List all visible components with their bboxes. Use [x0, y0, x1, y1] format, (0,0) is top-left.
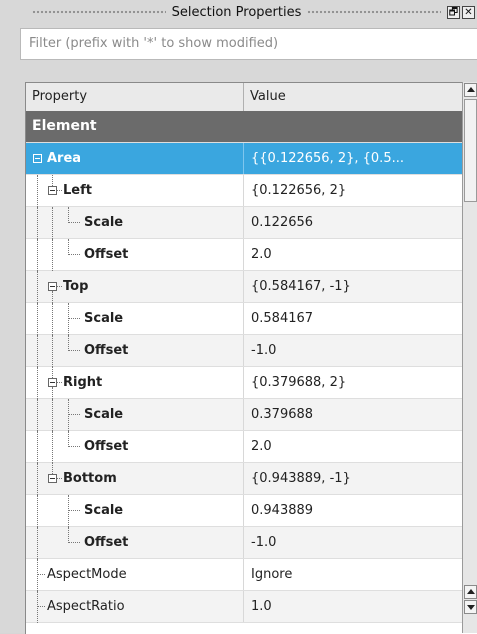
panel-title-bar[interactable]: Selection Properties 🗗 ✕: [0, 0, 477, 24]
title-grip-left: [32, 10, 166, 14]
scroll-down-button[interactable]: [464, 600, 477, 614]
property-value[interactable]: {0.943889, -1}: [244, 463, 462, 494]
property-row-left-offset[interactable]: Offset 2.0: [26, 239, 462, 271]
collapse-icon[interactable]: [48, 378, 57, 387]
table-rows: Element Area {{0.122656, 2}, {0.5... Lef…: [26, 111, 462, 623]
title-grip-right: [307, 10, 441, 14]
property-value[interactable]: 0.943889: [244, 495, 462, 526]
close-window-button[interactable]: ✕: [462, 5, 475, 19]
property-label: Scale: [84, 407, 124, 422]
arrow-down-icon: [467, 605, 475, 610]
selection-properties-panel: Selection Properties 🗗 ✕ Filter (prefix …: [0, 0, 477, 634]
property-value[interactable]: 2.0: [244, 239, 462, 270]
category-label: Element: [32, 118, 97, 134]
scroll-up-button[interactable]: [464, 83, 477, 97]
property-value[interactable]: {0.122656, 2}: [244, 175, 462, 206]
arrow-up-icon: [467, 589, 475, 594]
property-label: Top: [63, 279, 89, 294]
table-header: Property Value: [26, 83, 462, 112]
property-label: AspectMode: [47, 567, 127, 582]
property-row-right-offset[interactable]: Offset 2.0: [26, 431, 462, 463]
property-value[interactable]: 0.379688: [244, 399, 462, 430]
property-value[interactable]: 0.584167: [244, 303, 462, 334]
property-label: Scale: [84, 311, 124, 326]
collapse-icon[interactable]: [33, 154, 42, 163]
property-label: Scale: [84, 215, 124, 230]
filter-input[interactable]: Filter (prefix with '*' to show modified…: [20, 28, 477, 60]
property-value[interactable]: -1.0: [244, 527, 462, 558]
scrollbar-thumb[interactable]: [464, 99, 477, 202]
property-row-top-scale[interactable]: Scale 0.584167: [26, 303, 462, 335]
property-label: Area: [47, 151, 82, 166]
property-row-left-scale[interactable]: Scale 0.122656: [26, 207, 462, 239]
property-row-left[interactable]: Left {0.122656, 2}: [26, 175, 462, 207]
collapse-icon[interactable]: [48, 474, 57, 483]
property-row-area[interactable]: Area {{0.122656, 2}, {0.5...: [26, 143, 462, 175]
property-label: Bottom: [63, 471, 117, 486]
vertical-scrollbar[interactable]: [462, 82, 477, 633]
property-row-aspectmode[interactable]: AspectMode Ignore: [26, 559, 462, 591]
property-row-right[interactable]: Right {0.379688, 2}: [26, 367, 462, 399]
arrow-up-icon: [467, 87, 475, 92]
property-column-header[interactable]: Property: [26, 83, 244, 111]
value-column-header[interactable]: Value: [244, 83, 462, 111]
property-value[interactable]: 1.0: [244, 591, 462, 622]
property-row-aspectratio[interactable]: AspectRatio 1.0: [26, 591, 462, 623]
category-row-element[interactable]: Element: [26, 111, 462, 143]
property-label: Offset: [84, 343, 129, 358]
property-value[interactable]: {{0.122656, 2}, {0.5...: [244, 143, 462, 174]
float-window-button[interactable]: 🗗: [447, 5, 460, 19]
panel-title: Selection Properties: [171, 4, 302, 20]
collapse-icon[interactable]: [48, 282, 57, 291]
property-table: Property Value Element Area {{0.122656, …: [25, 82, 477, 634]
scroll-up-button-bottom[interactable]: [464, 585, 477, 599]
property-label: Offset: [84, 247, 129, 262]
property-value[interactable]: {0.379688, 2}: [244, 367, 462, 398]
property-row-bottom-offset[interactable]: Offset -1.0: [26, 527, 462, 559]
property-row-bottom[interactable]: Bottom {0.943889, -1}: [26, 463, 462, 495]
property-value[interactable]: -1.0: [244, 335, 462, 366]
property-label: Left: [63, 183, 92, 198]
property-value[interactable]: 2.0: [244, 431, 462, 462]
property-row-top-offset[interactable]: Offset -1.0: [26, 335, 462, 367]
property-value[interactable]: {0.584167, -1}: [244, 271, 462, 302]
property-row-top[interactable]: Top {0.584167, -1}: [26, 271, 462, 303]
property-label: Right: [63, 375, 103, 390]
property-label: Offset: [84, 535, 129, 550]
property-label: Offset: [84, 439, 129, 454]
property-value[interactable]: 0.122656: [244, 207, 462, 238]
property-row-right-scale[interactable]: Scale 0.379688: [26, 399, 462, 431]
property-value[interactable]: Ignore: [244, 559, 462, 590]
property-label: AspectRatio: [47, 599, 125, 614]
property-label: Scale: [84, 503, 124, 518]
property-row-bottom-scale[interactable]: Scale 0.943889: [26, 495, 462, 527]
collapse-icon[interactable]: [48, 186, 57, 195]
